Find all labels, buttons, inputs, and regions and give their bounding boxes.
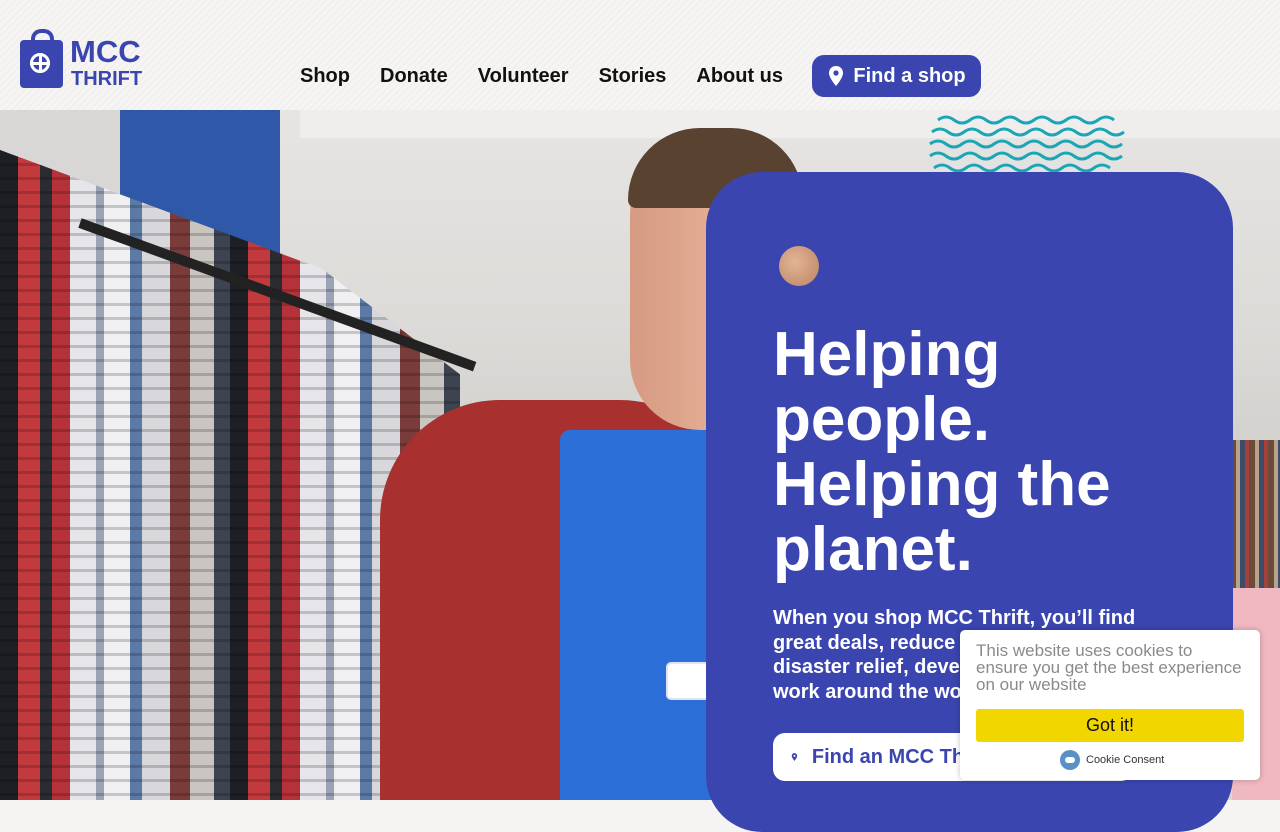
find-a-shop-button[interactable]: Find a shop: [812, 55, 981, 97]
decorative-dot: [779, 246, 819, 286]
volunteer-apron: [560, 430, 730, 800]
hero-headline: Helping people. Helping the planet.: [773, 320, 1111, 584]
cookie-consent-logo-icon: [1060, 750, 1080, 770]
find-a-shop-label: Find a shop: [853, 64, 966, 87]
cookie-consent-brand[interactable]: Cookie Consent: [1060, 750, 1164, 770]
nav-link-volunteer[interactable]: Volunteer: [478, 65, 569, 88]
mcc-thrift-logo[interactable]: MCC THRIFT: [20, 28, 160, 90]
cookie-consent-banner: This website uses cookies to ensure you …: [960, 630, 1260, 780]
map-pin-icon: [791, 753, 798, 761]
cookie-consent-brand-label: Cookie Consent: [1086, 754, 1165, 766]
logo-text-mcc: MCC: [70, 34, 141, 69]
nav-link-donate[interactable]: Donate: [380, 65, 448, 88]
cookie-accept-button[interactable]: Got it!: [976, 709, 1244, 742]
bookshelf: [1230, 440, 1280, 600]
nav-link-shop[interactable]: Shop: [300, 65, 350, 88]
main-nav: Shop Donate Volunteer Stories About us: [300, 55, 813, 97]
site-header: MCC THRIFT Shop Donate Volunteer Stories…: [0, 0, 1280, 110]
logo-text-thrift: THRIFT: [71, 68, 143, 90]
nav-link-stories[interactable]: Stories: [599, 65, 667, 88]
cookie-message: This website uses cookies to ensure you …: [976, 641, 1242, 694]
shopping-bag-logo-icon: [20, 29, 63, 88]
map-pin-icon: [829, 66, 844, 86]
wave-decoration-icon: [929, 115, 1125, 172]
nav-link-about-us[interactable]: About us: [696, 65, 783, 88]
